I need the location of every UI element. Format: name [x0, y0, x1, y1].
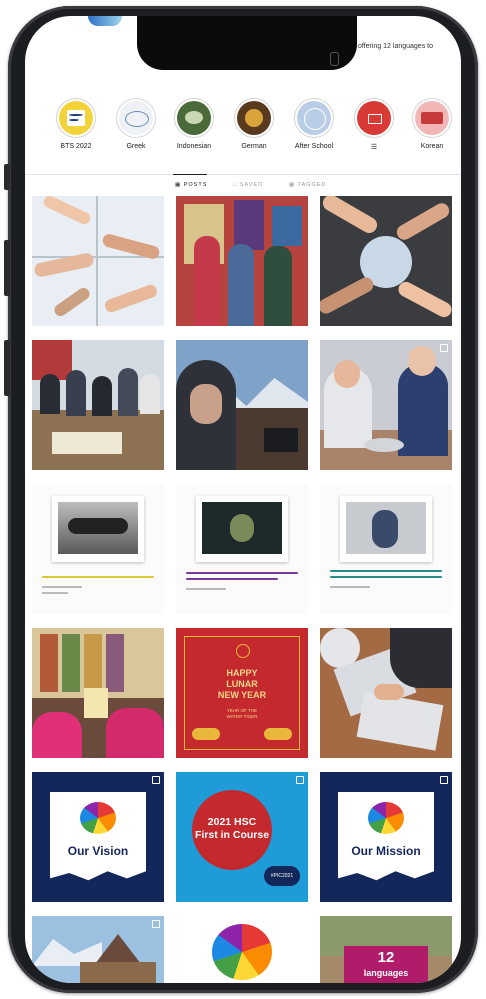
- quote-text: [42, 576, 154, 578]
- highlight-label: BTS 2022: [60, 143, 92, 150]
- tab-posts[interactable]: ▦ POSTS: [175, 182, 207, 188]
- highlight-after-school[interactable]: After School: [286, 98, 342, 150]
- story-highlights: BTS 2022 Greek Indonesian German After S…: [25, 98, 461, 168]
- highlight-label: Indonesian: [176, 143, 212, 150]
- post-hsc-first-in-course[interactable]: 2021 HSC First in Course #PIC2021: [176, 772, 308, 902]
- quote-text-2: [330, 576, 442, 578]
- school-logo: [368, 802, 404, 834]
- quote-author: [330, 586, 370, 588]
- highlight-cover: [119, 101, 153, 135]
- profile-tabs: ▦ POSTS □ SAVED ▦ TAGGED: [25, 174, 461, 197]
- tab-saved[interactable]: □ SAVED: [233, 182, 263, 188]
- post-hands-circle[interactable]: [320, 196, 452, 326]
- mission-text: Our Mission: [351, 844, 421, 858]
- multi-post-icon: [152, 920, 160, 928]
- vision-text: Our Vision: [67, 844, 129, 858]
- multi-post-icon: [152, 776, 160, 784]
- tiger-icon: [192, 728, 220, 740]
- notch: [137, 16, 357, 70]
- multi-post-icon: [440, 344, 448, 352]
- highlight-label: Greek: [126, 143, 146, 150]
- post-art-class[interactable]: [320, 628, 452, 758]
- highlight-cover: [357, 101, 391, 135]
- post-our-mission[interactable]: Our Mission: [320, 772, 452, 902]
- highlight-cover: [177, 101, 211, 135]
- active-tab-indicator: [173, 174, 207, 175]
- post-quote-yellow[interactable]: [32, 484, 164, 614]
- post-cooking[interactable]: [320, 340, 452, 470]
- bio-caption: offering 12 languages to: [358, 43, 433, 50]
- highlight-korean[interactable]: Korean: [404, 98, 460, 150]
- school-logo: [80, 802, 116, 834]
- highlight-label: Korean: [420, 143, 444, 150]
- tab-tagged[interactable]: ▦ TAGGED: [289, 182, 326, 188]
- multi-post-icon: [296, 776, 304, 784]
- highlight-indonesian[interactable]: Indonesian: [166, 98, 222, 150]
- highlight-bts[interactable]: BTS 2022: [48, 98, 104, 150]
- highlight-greek[interactable]: Greek: [108, 98, 164, 150]
- hsc-line-1: 2021 HSC: [207, 816, 257, 828]
- multi-post-icon: [440, 776, 448, 784]
- quote-text-2: [186, 578, 278, 580]
- quote-text: [330, 570, 442, 572]
- tag-icon: ▦: [289, 182, 296, 188]
- volume-down-button: [4, 340, 10, 396]
- lantern-icon: [236, 644, 250, 658]
- quote-author: [42, 586, 82, 588]
- lunar-line-3: NEW YEAR: [217, 690, 267, 700]
- tab-label: TAGGED: [297, 182, 327, 188]
- post-quote-purple[interactable]: [176, 484, 308, 614]
- post-classroom[interactable]: [32, 340, 164, 470]
- languages-number: 12: [377, 949, 395, 966]
- post-12-languages[interactable]: 12 languages: [320, 916, 452, 983]
- school-logo: [212, 924, 272, 980]
- bookmark-icon: □: [233, 182, 238, 188]
- phone-screen: offering 12 languages to BTS 2022 Greek …: [25, 16, 461, 983]
- languages-word: languages: [363, 968, 409, 978]
- highlight-cover: [297, 101, 331, 135]
- post-our-vision[interactable]: Our Vision: [32, 772, 164, 902]
- lunar-line-1: HAPPY: [226, 668, 258, 678]
- hsc-line-2: First in Course: [194, 829, 270, 841]
- camera-icon: [330, 52, 339, 66]
- quote-text: [186, 572, 298, 574]
- profile-logo-peek: [88, 16, 122, 26]
- lunar-line-2: LUNAR: [226, 679, 258, 689]
- post-logo[interactable]: [176, 916, 308, 983]
- highlight-cover: [59, 101, 93, 135]
- post-quote-teal[interactable]: [320, 484, 452, 614]
- post-korean-hanbok[interactable]: [32, 628, 164, 758]
- quote-photo-card: [52, 496, 144, 562]
- highlight-cover: [415, 101, 449, 135]
- post-mountain-selfie[interactable]: [176, 340, 308, 470]
- post-lunar-new-year[interactable]: HAPPY LUNAR NEW YEAR YEAR OF THE WATER T…: [176, 628, 308, 758]
- highlight-menu[interactable]: ☰: [346, 98, 402, 151]
- highlight-german[interactable]: German: [226, 98, 282, 150]
- quote-photo-card: [340, 496, 432, 562]
- post-staff-photo[interactable]: [176, 196, 308, 326]
- quote-photo-card: [196, 496, 288, 562]
- post-chapel[interactable]: [32, 916, 164, 983]
- tab-label: POSTS: [183, 182, 208, 188]
- highlight-label: After School: [294, 143, 334, 150]
- lunar-sub-2: WATER TIGER: [226, 714, 258, 719]
- quote-author: [186, 588, 226, 590]
- hsc-tag: #PIC2021: [264, 866, 300, 886]
- grid-icon: ▦: [175, 182, 182, 188]
- highlight-cover: [237, 101, 271, 135]
- volume-up-button: [4, 240, 10, 296]
- highlight-label: ☰: [370, 144, 378, 151]
- quote-source: [42, 592, 68, 594]
- highlight-label: German: [241, 143, 267, 150]
- post-hands-table[interactable]: [32, 196, 164, 326]
- tiger-icon: [264, 728, 292, 740]
- tab-label: SAVED: [239, 182, 264, 188]
- silent-switch: [4, 164, 10, 190]
